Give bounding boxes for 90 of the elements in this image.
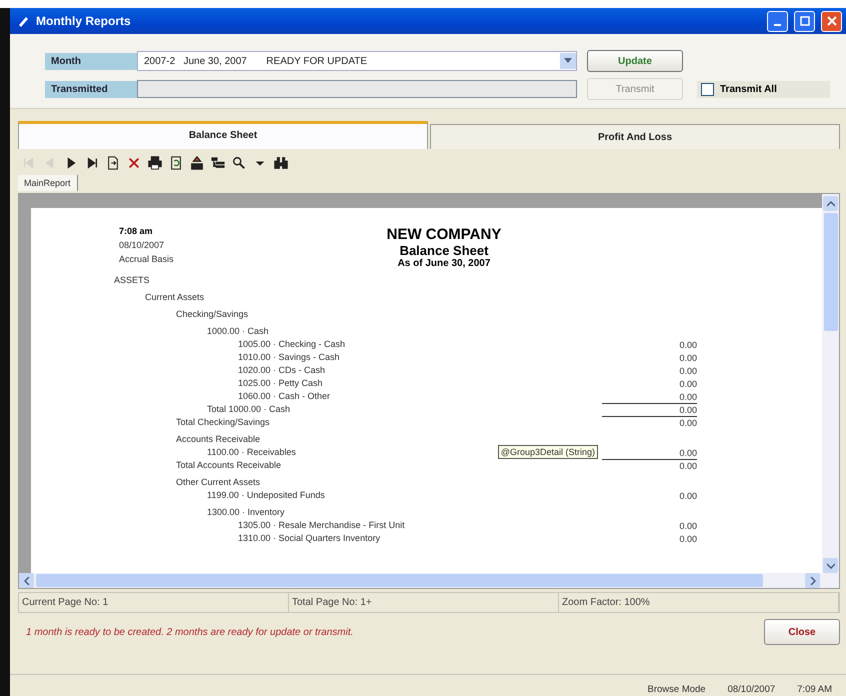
close-icon — [127, 156, 141, 170]
toolbar-refresh-button[interactable] — [169, 155, 183, 171]
amount-cell-text: 0.00 — [678, 352, 697, 364]
report-line-label: 1000.00 · Cash — [207, 326, 269, 336]
minimize-button[interactable] — [767, 10, 788, 32]
report-line-label: Current Assets — [145, 292, 204, 302]
report-title: Balance Sheet — [400, 243, 488, 258]
month-dropdown[interactable]: 2007-2 June 30, 2007 READY FOR UPDATE — [137, 51, 577, 71]
transmitted-field[interactable] — [137, 80, 577, 98]
report-line-label: ASSETS — [114, 275, 150, 285]
status-message: 1 month is ready to be created. 2 months are ready for update or transmit. — [26, 626, 354, 638]
amount-cell-text: 0.00 — [678, 490, 697, 502]
report-line-label: 1300.00 · Inventory — [207, 507, 285, 517]
close-button[interactable] — [821, 10, 842, 32]
report-line-label: 1025.00 · Petty Cash — [238, 378, 323, 388]
report-date: 08/10/2007 — [119, 240, 166, 250]
report-line-label: 1010.00 · Savings - Cash — [238, 352, 340, 362]
dropdown-arrow-icon — [564, 58, 572, 64]
toolbar-upload-button[interactable] — [190, 155, 204, 171]
report-line-label: Total Checking/Savings — [176, 417, 270, 427]
close-icon — [826, 16, 836, 26]
report-tab[interactable]: Balance Sheet — [18, 121, 428, 149]
amount-cell-text: 0.00 — [678, 447, 697, 459]
status-bar-text: 7:09 AM — [797, 684, 832, 696]
scroll-down-icon — [826, 562, 834, 568]
upload-icon — [190, 156, 204, 170]
vertical-scrollbar[interactable] — [822, 194, 839, 573]
scroll-right-icon — [810, 576, 816, 584]
report-basis: Accrual Basis — [119, 254, 174, 264]
page-status-text: Total Page No: 1+ — [289, 593, 559, 612]
toolbar-tree-button[interactable] — [211, 155, 225, 171]
page-status-text: Current Page No: 1 — [19, 593, 289, 612]
maximize-button[interactable] — [794, 10, 815, 32]
main-report-tab[interactable]: MainReport — [18, 175, 78, 191]
report-line-label: Total Accounts Receivable — [176, 460, 282, 470]
transmit-all-checkbox[interactable] — [701, 82, 714, 96]
report-line-label: 1020.00 · CDs - Cash — [238, 365, 326, 375]
amount-cell-text: 0.00 — [678, 520, 697, 532]
report-tab[interactable]: Profit And Loss — [430, 124, 840, 149]
scroll-left-icon — [24, 576, 30, 584]
report-line-label: Accounts Receivable — [176, 434, 260, 444]
report-time: 7:08 am — [119, 226, 154, 236]
report-line-label: 1005.00 · Checking - Cash — [238, 339, 346, 349]
page-status-text: Zoom Factor: 100% — [559, 593, 839, 612]
horizontal-scrollbar[interactable] — [19, 573, 839, 588]
scrollbar-thumb[interactable] — [36, 574, 763, 587]
report-line-label: Checking/Savings — [176, 309, 248, 319]
field-tooltip: @Group3Detail (String) — [498, 445, 598, 459]
report-line-label: 1310.00 · Social Quarters Inventory — [238, 533, 380, 543]
report-line-label: 1060.00 · Cash - Other — [238, 391, 330, 401]
zoom-icon — [232, 156, 246, 170]
scroll-up-icon — [826, 200, 834, 206]
update-button[interactable]: Update — [587, 50, 683, 72]
amount-cell: 0.00 — [602, 416, 697, 429]
report-line-label: Other Current Assets — [176, 477, 260, 487]
month-label: Month — [45, 52, 137, 70]
report-subtitle: As of June 30, 2007 — [398, 258, 490, 269]
amount-cell-text: 0.00 — [678, 378, 697, 390]
export-icon — [106, 156, 120, 170]
toolbar-close-button[interactable] — [127, 155, 141, 171]
report-line-label: 1199.00 · Undeposited Funds — [207, 490, 325, 500]
report-line-label: 1100.00 · Receivables — [207, 447, 296, 457]
status-bar-text: Browse Mode — [648, 684, 706, 696]
toolbar-find-button[interactable] — [274, 155, 288, 171]
toolbar-export-button[interactable] — [106, 155, 120, 171]
refresh-icon — [169, 156, 183, 170]
amount-cell-text: 0.00 — [678, 533, 697, 545]
status-bar-text: 08/10/2007 — [728, 684, 776, 696]
company-name: NEW COMPANY — [386, 226, 502, 243]
scrollbar-thumb[interactable] — [824, 213, 838, 331]
transmit-all-label: Transmit All — [720, 84, 777, 94]
minimize-icon — [774, 24, 781, 26]
report-line-label: 1305.00 · Resale Merchandise - First Unit — [238, 520, 405, 530]
toolbar-last-button[interactable] — [85, 155, 99, 171]
close-dialog-button[interactable]: Close — [764, 619, 840, 645]
amount-cell-text: 0.00 — [678, 365, 697, 377]
find-icon — [274, 156, 288, 170]
amount-cell-text: 0.00 — [678, 391, 697, 403]
amount-cell: 0.00 — [602, 403, 697, 416]
last-icon — [85, 156, 99, 170]
tree-icon — [211, 156, 225, 170]
amount-cell-text: 0.00 — [678, 339, 697, 351]
toolbar-zoom-button[interactable] — [232, 155, 246, 171]
window-title: Monthly Reports — [36, 14, 132, 28]
report-line-label: Total 1000.00 · Cash — [207, 404, 290, 414]
print-icon — [148, 156, 162, 170]
maximize-icon — [800, 16, 810, 26]
toolbar-print-button[interactable] — [148, 155, 162, 171]
transmitted-label: Transmitted — [45, 80, 137, 98]
amount-cell: 0.00 — [602, 459, 697, 472]
